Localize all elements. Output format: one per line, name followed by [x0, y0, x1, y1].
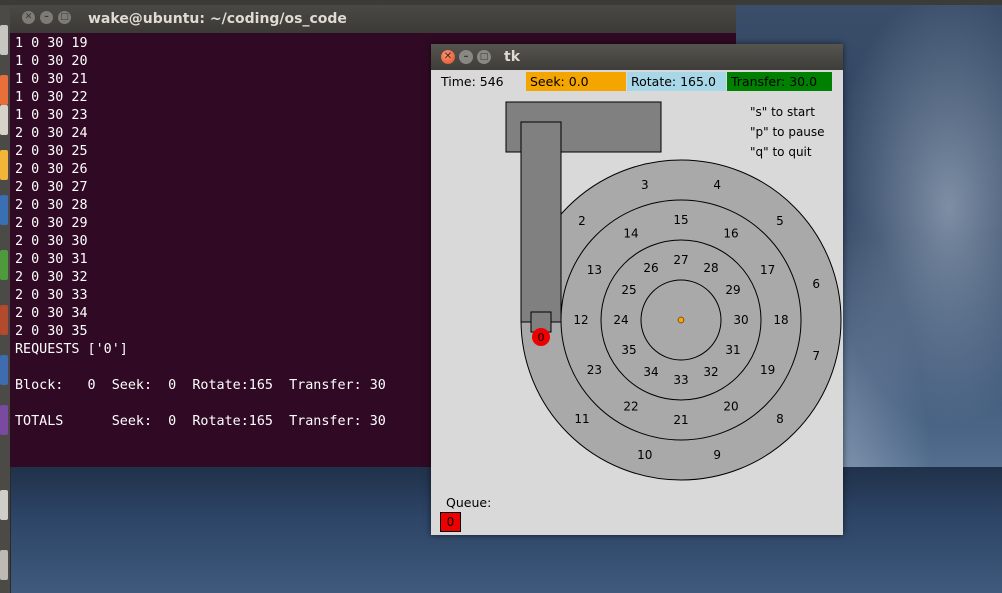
track-label: 5 — [776, 214, 784, 228]
track-label: 20 — [723, 400, 738, 414]
current-request-label: 0 — [538, 331, 545, 344]
spindle-dot — [677, 316, 685, 324]
track-label: 12 — [573, 313, 588, 327]
track-label: 28 — [703, 261, 718, 275]
terminal-titlebar[interactable]: ✕ – □ wake@ubuntu: ~/coding/os_code — [10, 5, 736, 33]
launcher-app-icon[interactable] — [0, 75, 8, 105]
track-label: 35 — [621, 343, 636, 357]
track-label: 11 — [574, 412, 589, 426]
disk-canvas: 1234567891011 121314151617181920212223 2… — [505, 101, 842, 481]
minimize-icon[interactable]: – — [459, 50, 473, 64]
maximize-icon[interactable]: □ — [477, 50, 491, 64]
tk-title: tk — [504, 49, 521, 65]
track-label: 26 — [643, 261, 658, 275]
track-label: 23 — [587, 363, 602, 377]
track-label: 2 — [578, 214, 586, 228]
launcher-app-icon[interactable] — [0, 355, 8, 385]
track-label: 7 — [812, 349, 820, 363]
track-label: 22 — [623, 400, 638, 414]
instruction-pause: "p" to pause — [750, 125, 825, 139]
track-label: 15 — [673, 213, 688, 227]
launcher-app-icon[interactable] — [0, 250, 8, 280]
track-label: 14 — [623, 226, 638, 240]
close-icon[interactable]: ✕ — [22, 11, 35, 24]
track-label: 16 — [723, 226, 738, 240]
track-label: 19 — [760, 363, 775, 377]
track-label: 4 — [713, 178, 721, 192]
instruction-quit: "q" to quit — [750, 145, 812, 159]
track-label: 8 — [776, 412, 784, 426]
launcher-app-icon[interactable] — [0, 405, 8, 435]
track-label: 21 — [673, 413, 688, 427]
track-label: 34 — [643, 365, 658, 379]
queue-label: Queue: — [446, 495, 492, 510]
track-label: 3 — [641, 178, 649, 192]
terminal-title: wake@ubuntu: ~/coding/os_code — [88, 11, 347, 27]
queue-item: 0 — [440, 512, 461, 532]
instruction-start: "s" to start — [750, 105, 815, 119]
track-label: 10 — [637, 448, 652, 462]
track-label: 33 — [673, 373, 688, 387]
launcher-app-icon[interactable] — [0, 490, 8, 520]
tk-window[interactable]: ✕ – □ tk Time: 546 Seek: 0.0 Rotate: 165… — [431, 44, 843, 535]
track-label: 30 — [733, 313, 748, 327]
track-label: 29 — [725, 283, 740, 297]
launcher-app-icon[interactable] — [0, 150, 8, 180]
track-label: 18 — [773, 313, 788, 327]
launcher-app-icon[interactable] — [0, 25, 8, 55]
track-label: 31 — [725, 343, 740, 357]
close-icon[interactable]: ✕ — [441, 50, 455, 64]
disk-arm — [520, 121, 562, 323]
track-label: 27 — [673, 253, 688, 267]
track-label: 24 — [613, 313, 628, 327]
maximize-icon[interactable]: □ — [58, 11, 71, 24]
launcher-trash-icon[interactable] — [0, 550, 8, 580]
track-label: 6 — [812, 277, 820, 291]
launcher-app-icon[interactable] — [0, 105, 8, 135]
track-label: 13 — [587, 263, 602, 277]
track-label: 25 — [621, 283, 636, 297]
tk-titlebar[interactable]: ✕ – □ tk — [431, 44, 843, 70]
track-label: 17 — [760, 263, 775, 277]
track-label: 32 — [703, 365, 718, 379]
launcher-app-icon[interactable] — [0, 195, 8, 225]
track-label: 9 — [713, 448, 721, 462]
minimize-icon[interactable]: – — [40, 11, 53, 24]
launcher-app-icon[interactable] — [0, 305, 8, 335]
